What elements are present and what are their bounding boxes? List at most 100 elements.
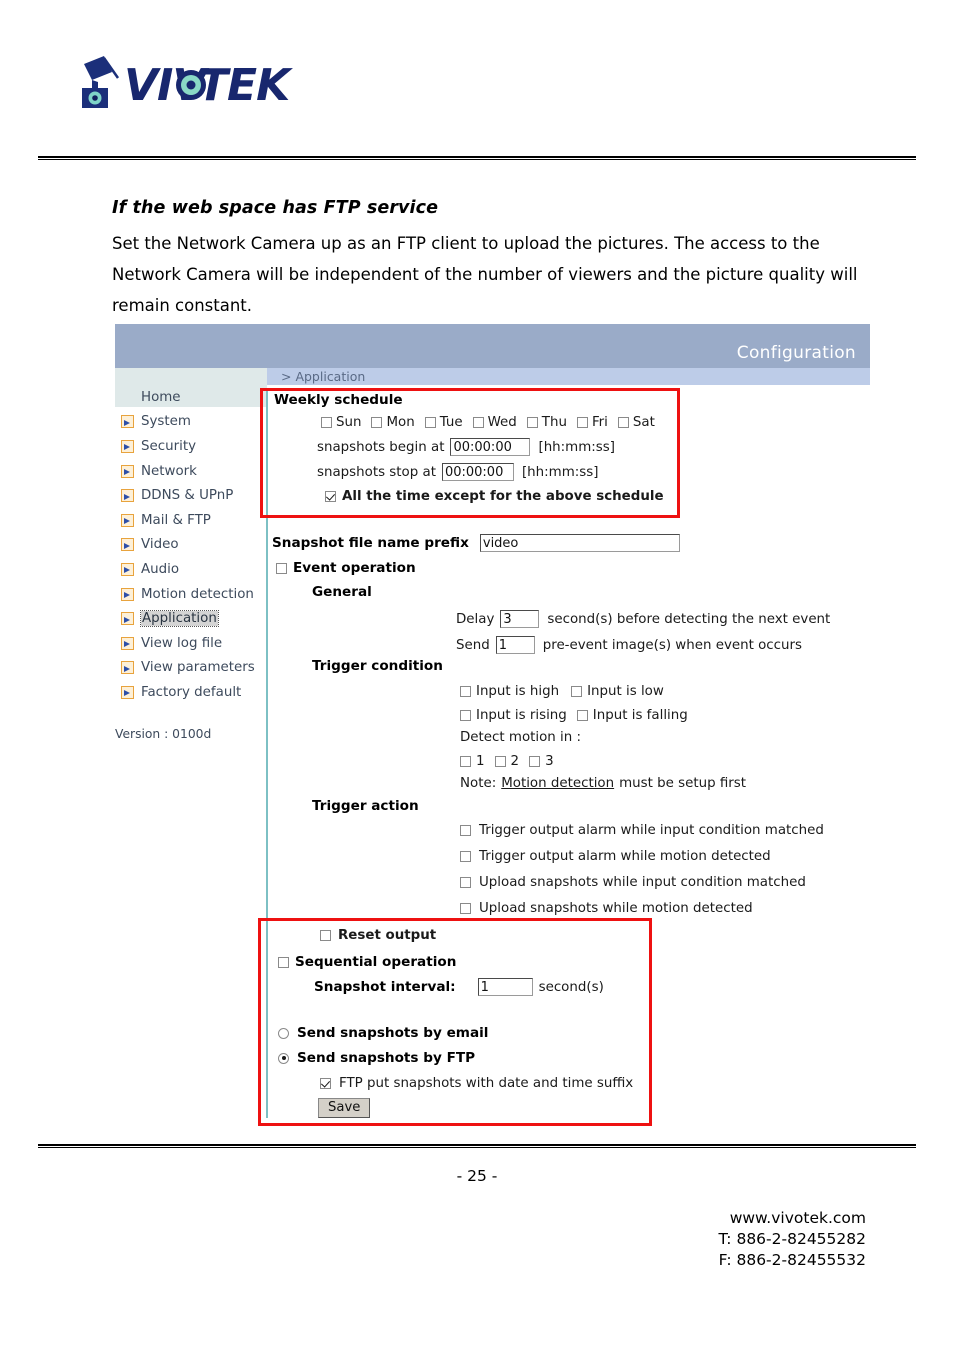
checkbox-input-is-low[interactable] [571,686,583,697]
checkbox-motion-zone-1[interactable] [460,756,471,767]
save-button[interactable]: Save [318,1098,371,1118]
sidebar-item-application[interactable]: Application [115,606,266,631]
svg-text:TEK: TEK [198,60,293,111]
label-sun: Sun [336,415,362,430]
event-operation-label: Event operation [293,560,416,576]
send-preevent-row: Send 1 pre-event image(s) when event occ… [456,636,802,654]
sidebar-item-view-parameters[interactable]: View parameters [115,656,266,681]
send-preevent-input[interactable]: 1 [495,636,535,654]
label-thu: Thu [541,415,567,430]
checkbox-reset-output[interactable] [320,930,331,941]
checkbox-sequential-operation[interactable] [278,956,289,968]
detect-motion-label: Detect motion in : [460,730,582,745]
radio-send-by-ftp[interactable] [278,1052,289,1064]
snapshots-begin-row: snapshots begin at 00:00:00 [hh:mm:ss] [317,438,665,456]
sidebar-item-label: Video [141,537,179,553]
label-trigger-alarm-motion-detected: Trigger output alarm while motion detect… [479,849,771,864]
motion-zone-row: 1 2 3 [460,754,554,769]
checkbox-thu[interactable] [526,417,538,428]
label-ftp-date-time-suffix: FTP put snapshots with date and time suf… [339,1076,634,1091]
checkbox-input-is-high[interactable] [460,686,471,697]
arrow-right-icon [121,685,134,699]
ftp-suffix-row: FTP put snapshots with date and time suf… [320,1076,633,1091]
weekly-schedule-title: Weekly schedule [274,392,403,408]
checkbox-motion-zone-3[interactable] [529,756,541,767]
arrow-right-icon [121,661,134,675]
label-input-is-rising: Input is rising [476,708,567,723]
firmware-version: Version : 0100d [115,727,212,741]
sidebar-item-ddns-upnp[interactable]: DDNS & UPnP [115,483,266,508]
label-send-by-ftp: Send snapshots by FTP [297,1050,476,1066]
checkbox-mon[interactable] [371,417,383,428]
snapshots-stop-input[interactable]: 00:00:00 [441,463,514,481]
arrow-right-icon [121,513,134,527]
sidebar-item-label: Home [141,389,181,405]
section-paragraph: Set the Network Camera up as an FTP clie… [112,234,858,315]
arrow-right-icon [121,489,134,503]
sidebar-item-label: Audio [141,561,180,577]
trigger-condition-title: Trigger condition [312,658,443,674]
label-reset-output: Reset output [338,928,437,943]
checkbox-ftp-date-time-suffix[interactable] [320,1078,331,1089]
snapshots-begin-hint: [hh:mm:ss] [538,439,615,455]
motion-detection-link[interactable]: Motion detection [501,776,614,791]
reset-output-row: Reset output [320,928,436,943]
checkbox-trigger-alarm-motion-detected[interactable] [460,851,471,862]
checkbox-sun[interactable] [321,417,332,428]
sidebar-item-label: Network [141,463,197,479]
label-motion-zone-1: 1 [476,754,485,769]
checkbox-sat[interactable] [617,417,629,428]
checkbox-input-is-falling[interactable] [576,710,588,721]
snapshot-interval-row: Snapshot interval: 1 second(s) [314,978,604,996]
checkbox-fri[interactable] [576,417,588,428]
sidebar-item-audio[interactable]: Audio [115,557,266,582]
checkbox-tue[interactable] [424,417,436,428]
checkbox-trigger-alarm-input-matched[interactable] [460,825,471,836]
send-suffix-label: pre-event image(s) when event occurs [542,637,803,653]
sidebar-item-label: View log file [141,635,223,651]
note-prefix: Note: [460,776,497,791]
checkbox-wed[interactable] [472,417,484,428]
annotation-box-ftp-delivery [258,918,652,1126]
note-suffix: must be setup first [619,776,747,791]
snapshot-interval-label: Snapshot interval: [314,979,456,995]
breadcrumb: > Application [281,369,366,384]
label-input-is-high: Input is high [476,684,560,699]
checkbox-all-time-except[interactable] [325,491,336,502]
checkbox-upload-motion-detected[interactable] [460,903,471,914]
snapshot-prefix-input[interactable]: video [479,534,680,552]
all-time-label: All the time except for the above schedu… [342,489,664,504]
label-tue: Tue [439,415,463,430]
save-button-wrap: Save [318,1098,371,1118]
delay-input[interactable]: 3 [500,610,540,628]
sidebar-item-system[interactable]: System [115,410,266,435]
sidebar-item-network[interactable]: Network [115,459,266,484]
snapshots-begin-input[interactable]: 00:00:00 [450,438,531,456]
delay-suffix-label: second(s) before detecting the next even… [547,611,831,627]
sidebar-item-security[interactable]: Security [115,434,266,459]
checkbox-event-operation[interactable] [276,562,287,574]
sidebar-item-video[interactable]: Video [115,533,266,558]
sidebar-item-label: Application [140,610,219,628]
sidebar-item-label: DDNS & UPnP [141,488,234,504]
checkbox-motion-zone-2[interactable] [494,756,506,767]
sidebar-item-label: Mail & FTP [141,512,211,528]
label-wed: Wed [487,415,517,430]
sidebar-item-view-log-file[interactable]: View log file [115,631,266,656]
trigger-action-option-row: Upload snapshots while input condition m… [460,875,806,890]
header-divider [38,156,916,160]
radio-send-by-email[interactable] [278,1027,289,1039]
send-by-email-row: Send snapshots by email [278,1025,488,1041]
trigger-action-option-row: Trigger output alarm while input conditi… [460,823,824,838]
checkbox-input-is-rising[interactable] [460,710,471,721]
input-rising-falling-row: Input is rising Input is falling [460,708,688,723]
snapshot-interval-input[interactable]: 1 [477,978,533,996]
sidebar-item-factory-default[interactable]: Factory default [115,680,266,705]
footer-divider [38,1144,916,1148]
sidebar-item-motion-detection[interactable]: Motion detection [115,582,266,607]
sidebar-item-home[interactable]: Home [115,385,266,410]
sidebar-item-label: Factory default [141,684,242,700]
checkbox-upload-input-matched[interactable] [460,877,471,888]
trigger-action-option-row: Trigger output alarm while motion detect… [460,849,771,864]
sidebar-item-mail-ftp[interactable]: Mail & FTP [115,508,266,533]
